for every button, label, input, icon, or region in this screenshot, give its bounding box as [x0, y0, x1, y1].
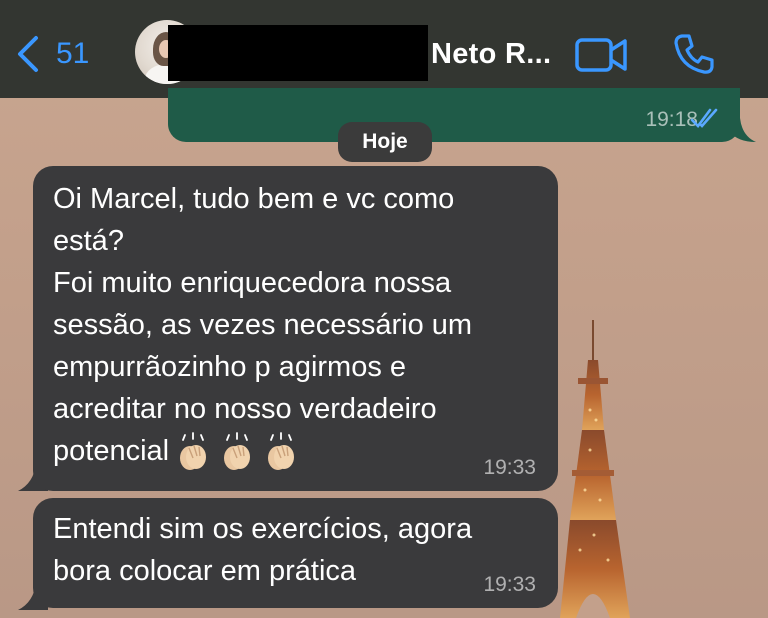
double-check-icon — [690, 108, 718, 128]
incoming-message-bubble[interactable]: Entendi sim os exercícios, agora bora co… — [33, 498, 558, 608]
message-time: 19:33 — [483, 456, 536, 479]
redacted-block — [168, 25, 428, 81]
clap-icon — [224, 432, 251, 471]
chevron-left-icon — [18, 36, 38, 72]
contact-name[interactable]: Neto R... — [431, 38, 551, 71]
message-time: 19:33 — [483, 573, 536, 596]
message-text: Oi Marcel, tudo bem e vc como está? Foi … — [53, 183, 473, 467]
back-button[interactable]: 51 — [14, 34, 89, 74]
unread-count: 51 — [56, 37, 90, 70]
message-text: Entendi sim os exercícios, agora bora co… — [53, 513, 473, 587]
clap-icon — [180, 432, 207, 471]
clap-icon — [268, 432, 295, 471]
eiffel-tower-wallpaper — [560, 320, 630, 618]
phone-icon[interactable] — [672, 32, 716, 76]
chat-header: 51 Neto R... — [0, 0, 768, 98]
date-separator: Hoje — [338, 122, 432, 162]
video-camera-icon[interactable] — [575, 36, 627, 74]
incoming-message-bubble[interactable]: Oi Marcel, tudo bem e vc como está? Foi … — [33, 166, 558, 491]
bubble-tail — [730, 118, 756, 142]
clapping-hands-emoji — [173, 432, 301, 472]
